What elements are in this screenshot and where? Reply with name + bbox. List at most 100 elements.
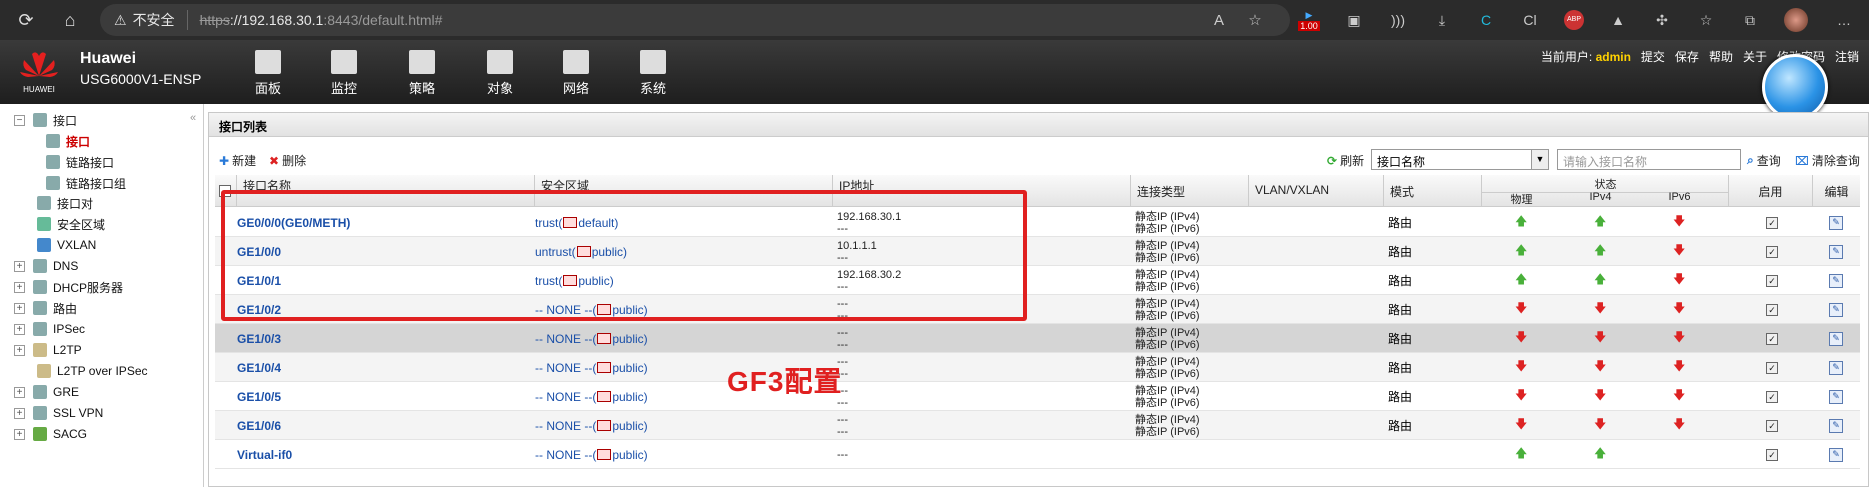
about-link[interactable]: 关于 (1743, 48, 1767, 65)
collections-icon[interactable]: ⧉ (1736, 6, 1764, 34)
nav-policy[interactable]: 策略 (394, 50, 450, 97)
enable-checkbox[interactable]: ✓ (1766, 411, 1778, 440)
extension-c-icon[interactable]: C (1472, 6, 1500, 34)
header-mode[interactable]: 模式 (1384, 175, 1482, 207)
edit-icon[interactable]: ✎ (1829, 440, 1843, 469)
tree-item-link-group[interactable]: 链路接口组 (46, 172, 126, 194)
tree-item-interface-pair[interactable]: 接口对 (37, 192, 93, 214)
zone-link[interactable]: -- NONE --(public) (535, 324, 648, 353)
table-row[interactable]: GE1/0/0 untrust(public) 10.1.1.1 --- 静态IP (I… (215, 237, 1860, 266)
tree-item-dhcp[interactable]: + DHCP服务器 (14, 276, 123, 298)
header-name[interactable]: 接口名称 (237, 175, 535, 207)
extension-icon[interactable]: ▣ (1340, 6, 1368, 34)
table-row[interactable]: GE1/0/5 -- NONE --(public) --- --- 静态IP (IPv… (215, 382, 1860, 411)
select-all-checkbox[interactable] (215, 175, 237, 207)
globe-widget-icon[interactable] (1762, 54, 1828, 120)
table-row[interactable]: GE1/0/3 -- NONE --(public) --- --- 静态IP (IPv… (215, 324, 1860, 353)
expand-icon[interactable]: + (14, 302, 25, 314)
favorite-icon[interactable]: ☆ (1240, 4, 1270, 36)
collapse-icon[interactable]: − (14, 114, 25, 126)
filter-field-select[interactable]: 接口名称 ▼ (1371, 149, 1549, 170)
enable-checkbox[interactable]: ✓ (1766, 324, 1778, 353)
triangle-extension-icon[interactable]: ▲ (1604, 6, 1632, 34)
header-ip[interactable]: IP地址 (833, 175, 1131, 207)
zone-link[interactable]: -- NONE --(public) (535, 295, 648, 324)
refresh-button[interactable]: ⟳ 刷新 (1327, 152, 1364, 169)
adblock-icon[interactable]: ABP (1560, 6, 1588, 34)
expand-icon[interactable]: + (14, 407, 25, 419)
search-input[interactable]: 请输入接口名称 (1557, 149, 1741, 170)
tree-item-gre[interactable]: + GRE (14, 381, 79, 403)
zone-link[interactable]: -- NONE --(public) (535, 411, 648, 440)
edit-icon[interactable]: ✎ (1829, 382, 1843, 411)
tree-item-ipsec[interactable]: + IPSec (14, 318, 85, 340)
collapse-sidebar-icon[interactable]: « (190, 112, 196, 124)
clear-query-button[interactable]: ⌧ 清除查询 (1795, 152, 1860, 169)
save-link[interactable]: 保存 (1675, 48, 1699, 65)
tree-item-dns[interactable]: + DNS (14, 255, 78, 277)
zone-link[interactable]: trust(public) (535, 266, 614, 295)
tree-item-sacg[interactable]: + SACG (14, 423, 87, 445)
table-row[interactable]: GE1/0/6 -- NONE --(public) --- --- 静态IP (IPv… (215, 411, 1860, 440)
tree-item-l2tp[interactable]: + L2TP (14, 339, 82, 361)
extension-ci-icon[interactable]: Cl (1516, 6, 1544, 34)
logout-link[interactable]: 注销 (1835, 48, 1859, 65)
download-icon[interactable]: ⤓ (1428, 6, 1456, 34)
header-conn-type[interactable]: 连接类型 (1131, 175, 1249, 207)
interface-name-link[interactable]: GE1/0/3 (237, 324, 281, 353)
edit-icon[interactable]: ✎ (1829, 266, 1843, 295)
zone-link[interactable]: trust(default) (535, 208, 618, 237)
expand-icon[interactable]: + (14, 344, 25, 356)
nav-monitor[interactable]: 监控 (316, 50, 372, 97)
tree-item-interface-selected[interactable]: 接口 (46, 130, 90, 152)
nav-dashboard[interactable]: 面板 (240, 50, 296, 97)
edit-icon[interactable]: ✎ (1829, 324, 1843, 353)
zone-link[interactable]: -- NONE --(public) (535, 353, 648, 382)
interface-name-link[interactable]: GE0/0/0(GE0/METH) (237, 208, 350, 237)
commit-link[interactable]: 提交 (1641, 48, 1665, 65)
profile-avatar[interactable] (1782, 6, 1810, 34)
address-bar[interactable]: ⚠ 不安全 https ://192.168.30.1 :8443/defaul… (100, 4, 1290, 36)
enable-checkbox[interactable]: ✓ (1766, 237, 1778, 266)
audio-icon[interactable]: ))) (1384, 6, 1412, 34)
enable-checkbox[interactable]: ✓ (1766, 208, 1778, 237)
interface-name-link[interactable]: GE1/0/5 (237, 382, 281, 411)
zone-link[interactable]: -- NONE --(public) (535, 440, 648, 469)
query-button[interactable]: ⌕ 查询 (1747, 152, 1781, 169)
extension-badge[interactable]: ▶ 1.00 (1295, 6, 1323, 34)
zone-link[interactable]: -- NONE --(public) (535, 382, 648, 411)
header-zone[interactable]: 安全区域 (535, 175, 833, 207)
expand-icon[interactable]: + (14, 281, 25, 293)
tree-item-vxlan[interactable]: VXLAN (37, 234, 96, 256)
help-link[interactable]: 帮助 (1709, 48, 1733, 65)
edit-icon[interactable]: ✎ (1829, 295, 1843, 324)
nav-system[interactable]: 系统 (625, 50, 681, 97)
interface-name-link[interactable]: GE1/0/6 (237, 411, 281, 440)
home-icon[interactable]: ⌂ (50, 0, 90, 40)
expand-icon[interactable]: + (14, 386, 25, 398)
interface-name-link[interactable]: GE1/0/4 (237, 353, 281, 382)
table-row[interactable]: GE0/0/0(GE0/METH) trust(default) 192.168.3… (215, 208, 1860, 237)
expand-icon[interactable]: + (14, 428, 25, 440)
interface-name-link[interactable]: GE1/0/1 (237, 266, 281, 295)
zone-link[interactable]: untrust(public) (535, 237, 627, 266)
expand-icon[interactable]: + (14, 260, 25, 272)
favorites-bar-icon[interactable]: ☆ (1692, 6, 1720, 34)
reload-icon[interactable]: ⟳ (6, 0, 46, 40)
enable-checkbox[interactable]: ✓ (1766, 295, 1778, 324)
nav-network[interactable]: 网络 (548, 50, 604, 97)
tree-item-ssl-vpn[interactable]: + SSL VPN (14, 402, 103, 424)
puzzle-icon[interactable]: ✣ (1648, 6, 1676, 34)
tree-item-link-interface[interactable]: 链路接口 (46, 151, 114, 173)
expand-icon[interactable]: + (14, 323, 25, 335)
edit-icon[interactable]: ✎ (1829, 208, 1843, 237)
enable-checkbox[interactable]: ✓ (1766, 440, 1778, 469)
new-button[interactable]: ✚ 新建 (219, 152, 256, 169)
edit-icon[interactable]: ✎ (1829, 237, 1843, 266)
table-row[interactable]: GE1/0/4 -- NONE --(public) --- --- 静态IP (IPv… (215, 353, 1860, 382)
interface-name-link[interactable]: GE1/0/2 (237, 295, 281, 324)
table-row[interactable]: GE1/0/2 -- NONE --(public) --- --- 静态IP (IPv… (215, 295, 1860, 324)
table-row[interactable]: Virtual-if0 -- NONE --(public) --- 🡅 🡅 ✓ ✎ (215, 440, 1860, 469)
tree-item-route[interactable]: + 路由 (14, 297, 77, 319)
tree-item-interface[interactable]: − 接口 (14, 109, 77, 131)
